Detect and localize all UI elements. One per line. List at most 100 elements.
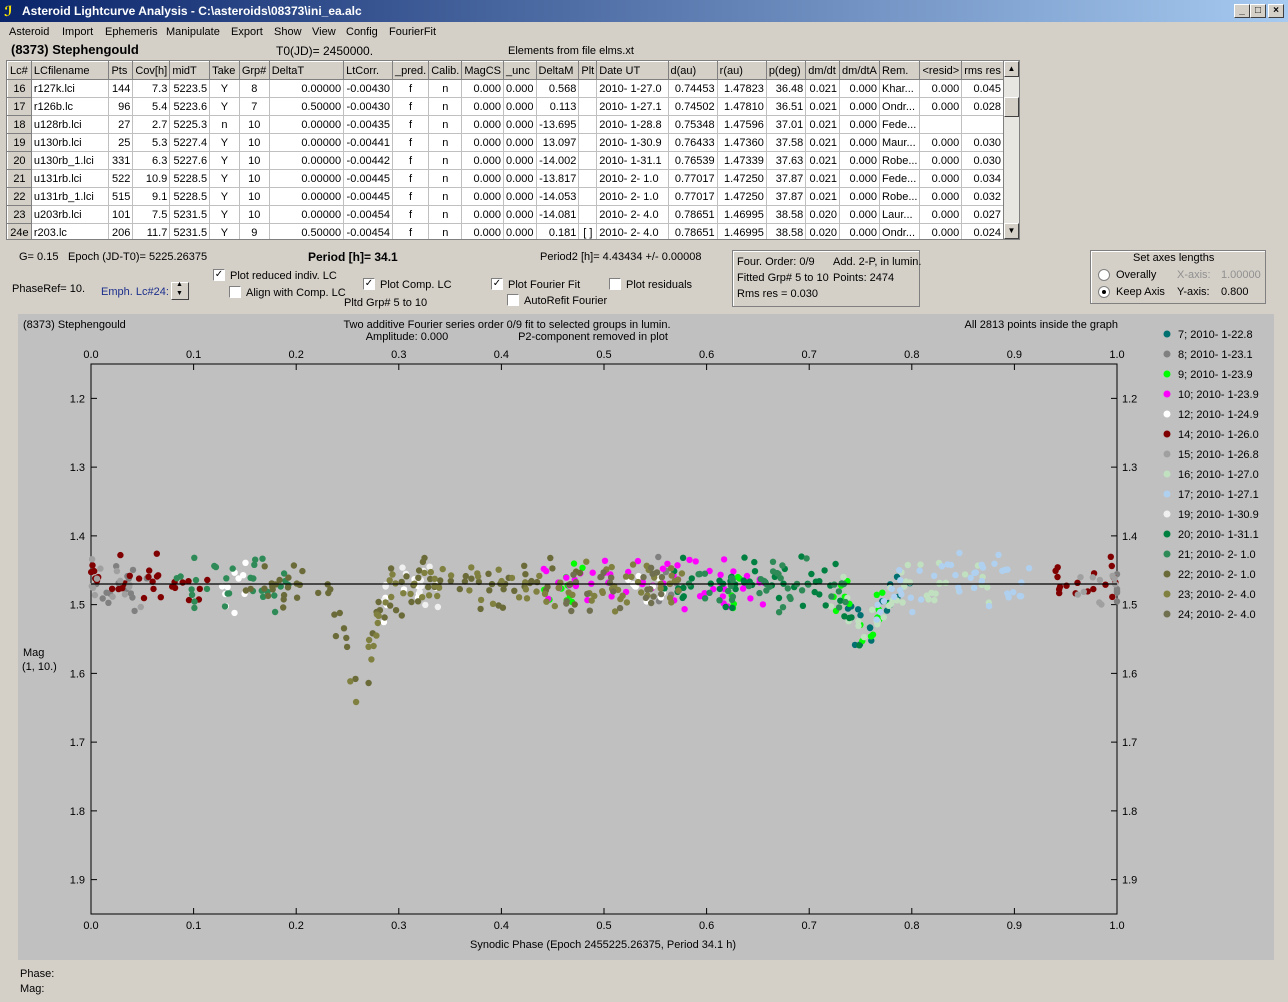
table-cell[interactable] (578, 169, 598, 188)
table-cell[interactable]: Laur... (879, 205, 921, 224)
column-header[interactable]: midT (169, 61, 211, 80)
table-cell[interactable]: r126b.lc (31, 97, 110, 116)
table-cell[interactable]: 0.000 (503, 133, 537, 152)
table-cell[interactable]: 1.47810 (717, 97, 767, 116)
table-cell[interactable]: 0.000 (839, 133, 881, 152)
table-cell[interactable]: 0.028 (961, 97, 1004, 116)
table-cell[interactable]: 2010- 2- 1.0 (596, 187, 669, 206)
column-header[interactable]: _pred. (391, 61, 430, 80)
table-cell[interactable]: 0.113 (536, 97, 580, 116)
table-cell[interactable]: n (209, 115, 240, 134)
table-cell[interactable]: 0.030 (961, 133, 1004, 152)
table-cell[interactable]: 0.00000 (269, 169, 345, 188)
table-cell[interactable]: 36.48 (766, 79, 807, 98)
column-header[interactable]: dm/dt (805, 61, 841, 80)
table-cell[interactable] (578, 97, 598, 116)
table-cell[interactable]: 37.63 (766, 151, 807, 170)
plot-reduced-checkbox[interactable]: ✓ (213, 269, 225, 281)
table-cell[interactable]: 25 (108, 133, 134, 152)
column-header[interactable]: _unc (503, 61, 537, 80)
table-cell[interactable]: 0.000 (919, 187, 963, 206)
table-cell[interactable]: 38.58 (766, 223, 807, 239)
overally-radio[interactable] (1098, 269, 1110, 281)
table-cell[interactable]: 38.58 (766, 205, 807, 224)
table-cell[interactable]: 1.47596 (717, 115, 767, 134)
table-cell[interactable]: 0.000 (461, 115, 504, 134)
table-cell[interactable]: 0.000 (461, 79, 504, 98)
table-cell[interactable]: -0.00445 (343, 169, 393, 188)
table-cell[interactable]: 5231.5 (169, 205, 211, 224)
table-cell[interactable]: n (428, 115, 463, 134)
table-cell[interactable]: 2.7 (132, 115, 171, 134)
table-cell[interactable]: 0.568 (536, 79, 580, 98)
column-header[interactable]: Rem. (879, 61, 921, 80)
table-cell[interactable]: u128rb.lci (31, 115, 110, 134)
table-cell[interactable]: 0.000 (919, 79, 963, 98)
table-cell[interactable]: -13.695 (536, 115, 580, 134)
table-cell[interactable]: 10 (239, 151, 270, 170)
table-cell[interactable]: 0.000 (503, 151, 537, 170)
table-cell[interactable]: 37.87 (766, 169, 807, 188)
table-cell[interactable]: u203rb.lci (31, 205, 110, 224)
column-header[interactable]: <resid> (919, 61, 963, 80)
table-cell[interactable]: Y (209, 205, 240, 224)
table-cell[interactable]: n (428, 187, 463, 206)
table-cell[interactable]: Robe... (879, 187, 921, 206)
column-header[interactable]: p(deg) (765, 61, 807, 80)
scroll-down-icon[interactable]: ▼ (1004, 223, 1019, 239)
table-cell[interactable]: 2010- 2- 1.0 (596, 169, 669, 188)
table-cell[interactable]: 0.75348 (668, 115, 718, 134)
table-row[interactable]: 16 r127k.lci 144 7.3 5223.5 Y 8 0.00000 -0.00430… (7, 79, 1004, 98)
table-cell[interactable]: 0.034 (961, 169, 1004, 188)
emph-spinner[interactable]: ▲ ▼ (171, 281, 189, 300)
table-cell[interactable]: 27 (108, 115, 134, 134)
table-cell[interactable]: -14.053 (536, 187, 580, 206)
table-cell[interactable]: 7.5 (132, 205, 171, 224)
table-cell[interactable]: 0.021 (805, 79, 841, 98)
table-cell[interactable]: 37.58 (766, 133, 807, 152)
column-header[interactable]: LtCorr. (343, 61, 393, 80)
table-cell[interactable]: 0.000 (839, 151, 881, 170)
table-cell[interactable]: 206 (108, 223, 134, 239)
menu-import[interactable]: Import (62, 26, 93, 38)
row-header[interactable]: 17 (7, 97, 32, 116)
table-cell[interactable]: 0.000 (839, 187, 881, 206)
table-cell[interactable]: 1.47360 (717, 133, 767, 152)
table-cell[interactable]: 5223.6 (169, 97, 211, 116)
table-cell[interactable]: u130rb_1.lci (31, 151, 110, 170)
table-cell[interactable]: 0.030 (961, 151, 1004, 170)
table-cell[interactable]: u131rb_1.lci (31, 187, 110, 206)
table-cell[interactable]: 5227.6 (169, 151, 211, 170)
table-cell[interactable]: 0.027 (961, 205, 1004, 224)
column-header[interactable]: Plt (578, 61, 598, 80)
table-cell[interactable]: 0.000 (461, 169, 504, 188)
table-cell[interactable]: 96 (108, 97, 134, 116)
table-cell[interactable]: n (428, 133, 463, 152)
table-cell[interactable]: 5.4 (132, 97, 171, 116)
table-cell[interactable]: -0.00454 (343, 223, 393, 239)
table-cell[interactable]: 0.00000 (269, 151, 345, 170)
row-header[interactable]: 24e (7, 223, 32, 239)
table-cell[interactable]: 0.50000 (269, 223, 345, 239)
minimize-button[interactable]: _ (1234, 4, 1250, 18)
table-cell[interactable]: f (392, 97, 430, 116)
table-row[interactable]: 17 r126b.lc 96 5.4 5223.6 Y 7 0.50000 -0.00430 f n… (7, 97, 1004, 116)
table-cell[interactable]: 11.7 (132, 223, 171, 239)
column-header[interactable]: Pts (108, 61, 134, 80)
table-cell[interactable]: 2010- 1-31.1 (596, 151, 669, 170)
plot-residuals-checkbox[interactable] (609, 278, 621, 290)
table-cell[interactable]: Maur... (879, 133, 921, 152)
table-cell[interactable]: 0.78651 (668, 223, 718, 239)
lightcurve-plot[interactable]: (8373) Stephengould Two additive Fourier … (18, 314, 1274, 960)
table-cell[interactable]: f (392, 205, 430, 224)
column-header[interactable]: MagCS (461, 61, 504, 80)
plot-comp-checkbox[interactable]: ✓ (363, 278, 375, 290)
table-cell[interactable] (578, 79, 598, 98)
table-cell[interactable]: 5228.5 (169, 187, 211, 206)
menu-show[interactable]: Show (274, 26, 302, 38)
column-header[interactable]: DeltaM (535, 61, 580, 80)
table-cell[interactable]: 0.000 (919, 133, 963, 152)
menu-fourierfit[interactable]: FourierFit (389, 26, 436, 38)
table-cell[interactable]: 144 (108, 79, 134, 98)
table-cell[interactable]: 0.000 (461, 133, 504, 152)
